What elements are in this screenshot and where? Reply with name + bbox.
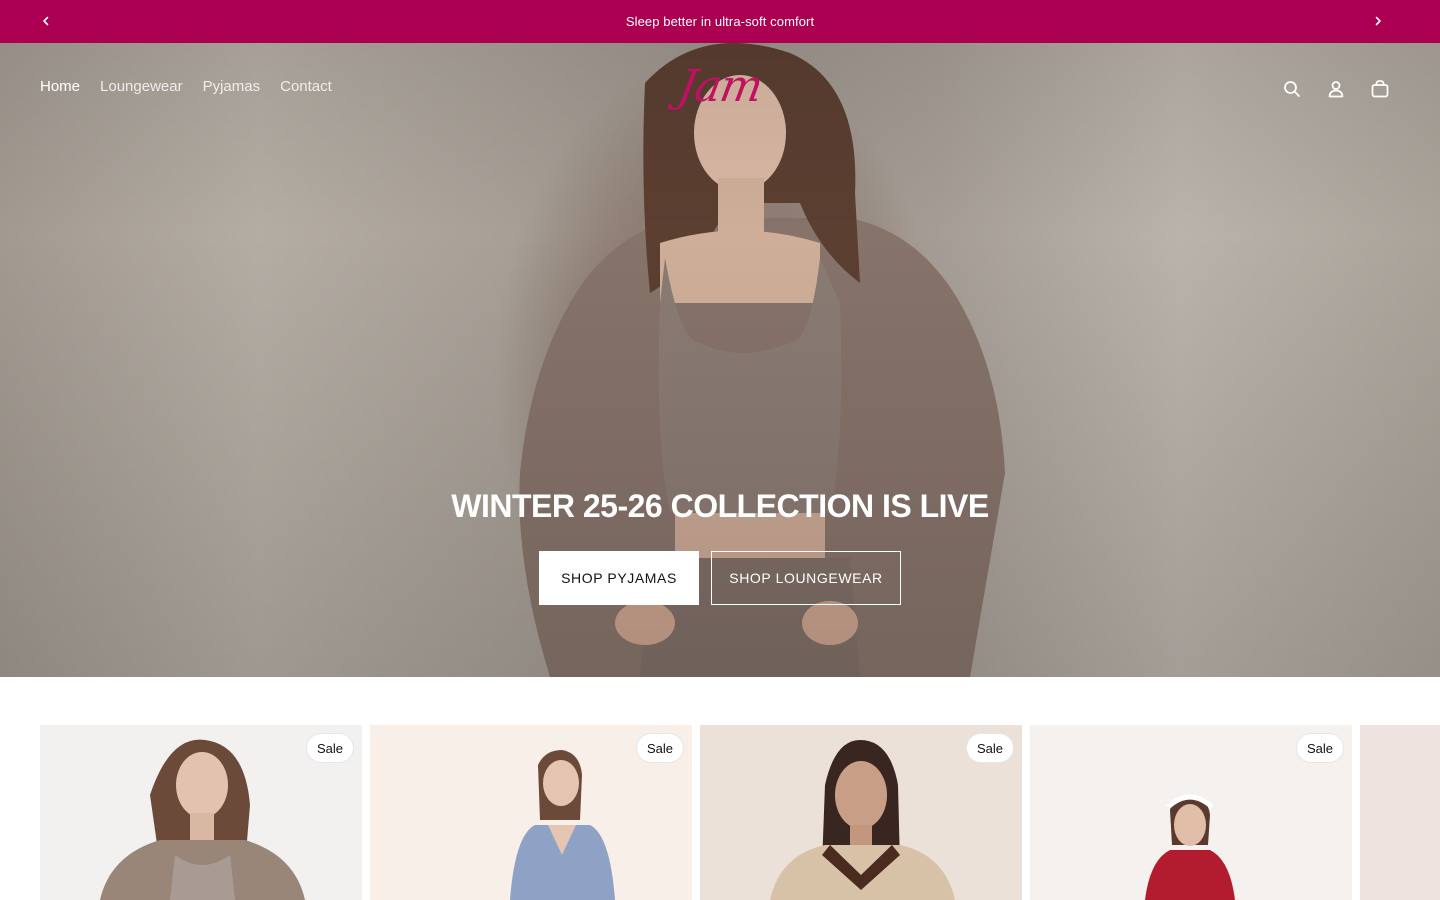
chevron-right-icon [1375, 16, 1381, 26]
product-image [1360, 725, 1440, 900]
sale-badge: Sale [965, 733, 1014, 763]
product-card[interactable]: Sale [1030, 725, 1352, 900]
product-card[interactable]: Sale [370, 725, 692, 900]
shop-loungewear-button[interactable]: SHOP LOUNGEWEAR [711, 551, 901, 605]
hero-title: WINTER 25-26 COLLECTION IS LIVE [451, 488, 989, 524]
product-carousel: Sale Sale Sale Sale [40, 725, 1440, 900]
nav-loungewear-link[interactable]: Loungewear [100, 78, 183, 95]
brand-logo[interactable]: Jam [668, 52, 772, 122]
account-button[interactable] [1324, 78, 1348, 100]
sale-badge: Sale [305, 733, 354, 763]
cart-icon [1371, 80, 1389, 98]
chevron-left-icon [43, 16, 49, 26]
main-nav: Home Loungewear Pyjamas Contact [40, 78, 332, 95]
announcement-next-button[interactable] [1368, 11, 1388, 31]
announcement-text: Sleep better in ultra-soft comfort [625, 14, 815, 29]
announcement-bar: Sleep better in ultra-soft comfort [0, 0, 1440, 43]
product-card[interactable]: Sale [40, 725, 362, 900]
search-button[interactable] [1280, 78, 1304, 100]
header-actions [1280, 78, 1392, 100]
search-icon [1284, 81, 1300, 97]
announcement-prev-button[interactable] [36, 11, 56, 31]
account-icon [1328, 81, 1344, 98]
nav-contact-link[interactable]: Contact [280, 78, 332, 95]
sale-badge: Sale [1295, 733, 1344, 763]
nav-pyjamas-link[interactable]: Pyjamas [203, 78, 261, 95]
hero-cta-group: SHOP PYJAMAS SHOP LOUNGEWEAR [539, 551, 901, 605]
nav-home-link[interactable]: Home [40, 78, 80, 95]
product-card[interactable] [1360, 725, 1440, 900]
sale-badge: Sale [635, 733, 684, 763]
shop-pyjamas-button[interactable]: SHOP PYJAMAS [539, 551, 699, 605]
product-card[interactable]: Sale [700, 725, 1022, 900]
logo-wordmark: Jam [674, 61, 766, 112]
cart-button[interactable] [1368, 78, 1392, 100]
